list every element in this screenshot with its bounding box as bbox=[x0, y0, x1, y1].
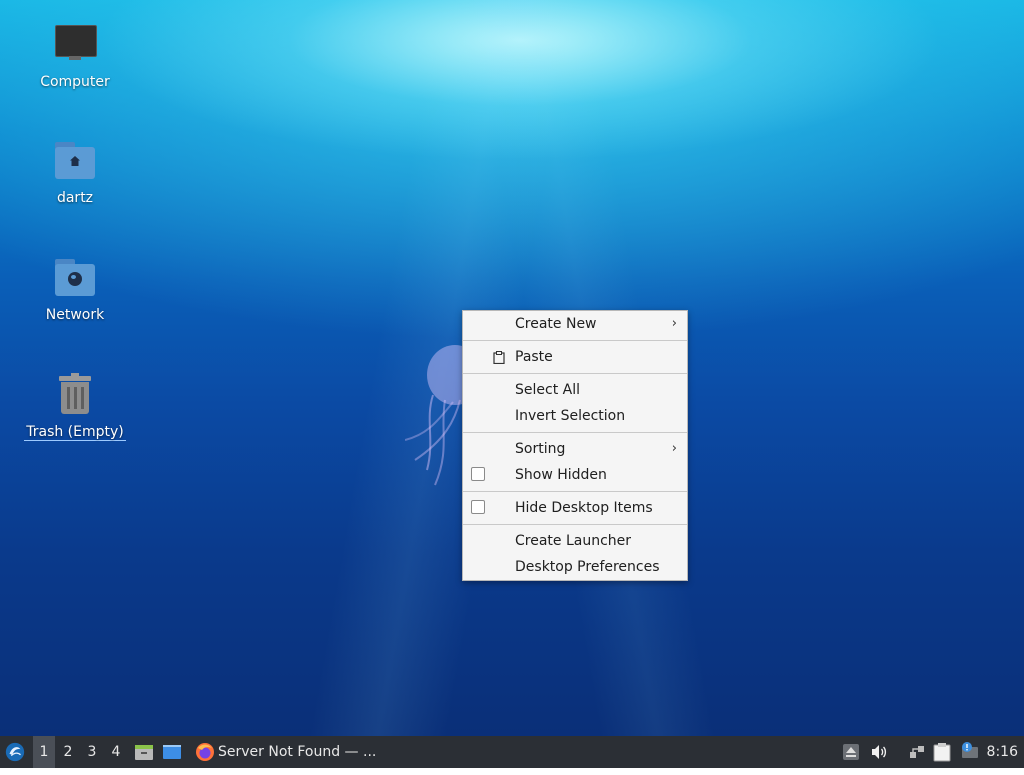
file-cabinet-icon bbox=[135, 745, 153, 760]
menu-item-label: Desktop Preferences bbox=[515, 559, 660, 575]
menu-item-label: Show Hidden bbox=[515, 467, 607, 483]
menu-item-label: Hide Desktop Items bbox=[515, 500, 653, 516]
workspace-4-button[interactable]: 4 bbox=[105, 736, 127, 768]
trash-icon bbox=[51, 372, 99, 420]
menu-item-create-launcher[interactable]: Create Launcher bbox=[463, 528, 687, 554]
menu-item-desktop-preferences[interactable]: Desktop Preferences bbox=[463, 554, 687, 580]
clipboard-tray-icon[interactable] bbox=[933, 736, 955, 768]
desktop-icon-label: Network bbox=[45, 307, 105, 323]
speaker-glyph bbox=[872, 745, 887, 759]
taskbar-window-firefox[interactable]: Server Not Found — ... bbox=[192, 736, 396, 768]
firefox-icon bbox=[196, 743, 214, 761]
clipboard-glyph bbox=[933, 743, 951, 762]
workspace-label: 4 bbox=[111, 744, 121, 760]
menu-item-create-new[interactable]: Create New › bbox=[463, 311, 687, 337]
desktop-icon-network[interactable]: Network bbox=[20, 255, 130, 323]
lubuntu-logo-icon bbox=[5, 742, 25, 762]
menu-separator bbox=[463, 340, 687, 341]
taskbar: 1 2 3 4 Server Not Found — ... 8:16 bbox=[0, 736, 1024, 768]
clock-label: 8:16 bbox=[986, 744, 1018, 760]
workspace-2-button[interactable]: 2 bbox=[57, 736, 79, 768]
desktop-icon-home[interactable]: dartz bbox=[20, 138, 130, 206]
file-manager-launcher[interactable] bbox=[134, 736, 156, 768]
menu-item-select-all[interactable]: Select All bbox=[463, 377, 687, 403]
menu-item-label: Paste bbox=[515, 349, 553, 365]
menu-separator bbox=[463, 373, 687, 374]
eject-glyph bbox=[843, 744, 859, 760]
desktop-icon-trash[interactable]: Trash (Empty) bbox=[20, 372, 130, 441]
menu-item-paste[interactable]: Paste bbox=[463, 344, 687, 370]
desktop-icon-label: Trash (Empty) bbox=[24, 424, 126, 441]
network-glyph bbox=[910, 746, 924, 758]
workspace-label: 3 bbox=[87, 744, 97, 760]
network-tray-icon[interactable] bbox=[908, 736, 928, 768]
menu-separator bbox=[463, 524, 687, 525]
volume-icon[interactable] bbox=[870, 736, 890, 768]
menu-item-hide-desktop-items[interactable]: Hide Desktop Items bbox=[463, 495, 687, 521]
update-notifier-icon[interactable] bbox=[960, 736, 982, 768]
menu-item-label: Create Launcher bbox=[515, 533, 632, 549]
chevron-right-icon: › bbox=[671, 316, 677, 331]
workspace-1-button[interactable]: 1 bbox=[33, 736, 55, 768]
home-folder-icon bbox=[51, 138, 99, 186]
workspace-label: 1 bbox=[39, 744, 49, 760]
workspace-label: 2 bbox=[63, 744, 73, 760]
desktop-context-menu: Create New › Paste Select All Invert Sel… bbox=[462, 310, 688, 581]
menu-item-sorting[interactable]: Sorting › bbox=[463, 436, 687, 462]
workspace-3-button[interactable]: 3 bbox=[81, 736, 103, 768]
clipboard-icon bbox=[493, 351, 505, 364]
menu-separator bbox=[463, 432, 687, 433]
menu-item-show-hidden[interactable]: Show Hidden bbox=[463, 462, 687, 488]
desktop-icon-computer[interactable]: Computer bbox=[20, 22, 130, 90]
menu-separator bbox=[463, 491, 687, 492]
show-hidden-checkbox[interactable] bbox=[471, 467, 485, 481]
eject-icon[interactable] bbox=[843, 736, 861, 768]
show-desktop-button[interactable] bbox=[162, 736, 184, 768]
monitor-alert-glyph bbox=[962, 742, 978, 758]
app-menu-button[interactable] bbox=[4, 736, 28, 768]
computer-icon bbox=[51, 22, 99, 70]
desktop[interactable]: Computer dartz Network Trash (Empty) Cre… bbox=[0, 0, 1024, 736]
taskbar-window-title: Server Not Found — ... bbox=[218, 744, 377, 760]
menu-item-invert-selection[interactable]: Invert Selection bbox=[463, 403, 687, 429]
chevron-right-icon: › bbox=[671, 441, 677, 456]
hide-desktop-items-checkbox[interactable] bbox=[471, 500, 485, 514]
menu-item-label: Invert Selection bbox=[515, 408, 626, 424]
desktop-icon-label: dartz bbox=[56, 190, 94, 206]
taskbar-clock[interactable]: 8:16 bbox=[987, 736, 1018, 768]
menu-item-label: Create New bbox=[515, 316, 597, 332]
menu-item-label: Sorting bbox=[515, 441, 566, 457]
menu-item-label: Select All bbox=[515, 382, 580, 398]
network-folder-icon bbox=[51, 255, 99, 303]
desktop-icon-label: Computer bbox=[40, 74, 110, 90]
desktop-icon bbox=[163, 745, 181, 759]
